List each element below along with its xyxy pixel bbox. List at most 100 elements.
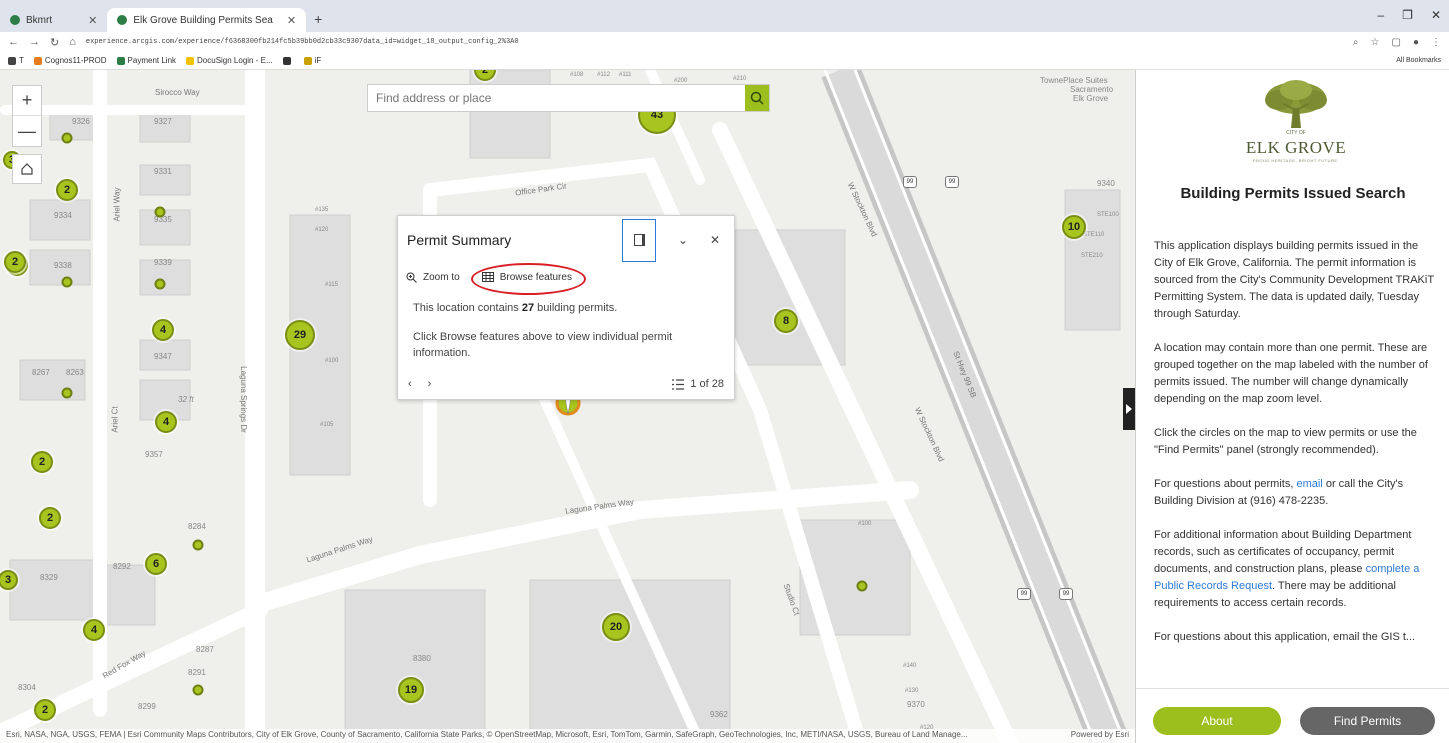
map-label: 8267 xyxy=(32,368,50,377)
zoom-to-label: Zoom to xyxy=(423,271,460,283)
map-label: #108 xyxy=(570,72,584,78)
collapse-popup-button[interactable]: ⌄ xyxy=(670,233,696,247)
map-label: 8287 xyxy=(196,645,214,654)
find-permits-button[interactable]: Find Permits xyxy=(1300,707,1435,735)
reload-icon[interactable]: ↻ xyxy=(50,36,59,49)
minimize-button[interactable]: – xyxy=(1377,8,1384,22)
permit-cluster[interactable]: 2 xyxy=(4,251,26,273)
zoom-in-button[interactable]: + xyxy=(13,86,41,116)
toggle-side-panel-button[interactable] xyxy=(1123,388,1135,430)
close-popup-button[interactable]: ✕ xyxy=(702,233,728,247)
feature-list-button[interactable]: 1 of 28 xyxy=(672,378,724,390)
search-button[interactable] xyxy=(745,85,769,111)
oak-tree-logo-icon xyxy=(1265,80,1327,128)
map-label: 9326 xyxy=(72,117,90,126)
permit-cluster[interactable]: 6 xyxy=(145,553,167,575)
forward-icon[interactable]: → xyxy=(29,36,40,48)
map-label: Laguna Springs Dr xyxy=(238,366,248,433)
default-extent-button[interactable] xyxy=(12,154,42,184)
map-label: 8291 xyxy=(188,668,206,677)
permit-cluster[interactable]: 10 xyxy=(1062,215,1086,239)
permit-point[interactable] xyxy=(61,276,73,288)
zoom-out-button[interactable]: — xyxy=(13,116,41,146)
highway-shield: 99 xyxy=(945,176,959,188)
previous-feature-button[interactable]: ‹ xyxy=(408,378,412,390)
tab-label: Bkmrt xyxy=(26,14,53,26)
email-link[interactable]: email xyxy=(1296,478,1322,490)
dock-popup-button[interactable] xyxy=(622,218,656,262)
home-icon[interactable]: ⌂ xyxy=(69,36,76,48)
address-search-input[interactable] xyxy=(368,85,745,111)
panel-paragraph: For questions about this application, em… xyxy=(1154,631,1416,643)
profile-icon[interactable]: ● xyxy=(1413,37,1419,48)
menu-icon[interactable]: ⋮ xyxy=(1431,37,1441,48)
map-label: 8304 xyxy=(18,683,36,692)
bookmark-item[interactable]: T xyxy=(8,56,24,65)
permit-cluster[interactable]: 2 xyxy=(39,507,61,529)
close-tab-icon[interactable]: ✕ xyxy=(88,14,97,27)
map-label: #140 xyxy=(903,663,917,669)
close-window-button[interactable]: ✕ xyxy=(1431,8,1441,22)
permit-cluster[interactable]: 8 xyxy=(774,309,798,333)
map-label: 32 ft xyxy=(178,395,194,404)
permit-cluster[interactable]: 19 xyxy=(398,677,424,703)
permit-cluster[interactable]: 2 xyxy=(56,179,78,201)
feature-page-label: 1 of 28 xyxy=(690,378,724,390)
permit-point[interactable] xyxy=(154,278,166,290)
browser-tab-2[interactable]: Elk Grove Building Permits Sea ✕ xyxy=(107,8,307,32)
map-label: #130 xyxy=(905,688,919,694)
all-bookmarks-button[interactable]: All Bookmarks xyxy=(1396,57,1441,64)
powered-by-esri-link[interactable]: Powered by Esri xyxy=(1070,730,1129,739)
map-label: Ariel Way xyxy=(112,187,122,222)
bookmark-item[interactable]: Cognos11-PROD xyxy=(33,56,107,65)
logo-tagline: PROUD HERITAGE. BRIGHT FUTURE. xyxy=(1252,158,1340,163)
map-label: Ariel Ct xyxy=(110,406,120,433)
permit-point[interactable] xyxy=(192,539,204,551)
map-view[interactable]: Sirocco Way Office Park Cir Laguna Palms… xyxy=(0,70,1135,743)
bookmark-item[interactable]: DocuSign Login - E... xyxy=(186,56,273,65)
close-tab-icon[interactable]: ✕ xyxy=(287,14,296,27)
zoom-indicator-icon[interactable]: ⌕ xyxy=(1353,37,1359,48)
back-icon[interactable]: ← xyxy=(8,36,19,48)
permit-point[interactable] xyxy=(61,387,73,399)
map-label: 9327 xyxy=(154,117,172,126)
permit-point[interactable] xyxy=(856,580,868,592)
permit-cluster[interactable]: 29 xyxy=(285,320,315,350)
dock-icon xyxy=(633,234,645,246)
permit-point[interactable] xyxy=(61,132,73,144)
map-label: 9331 xyxy=(154,167,172,176)
map-label: 8329 xyxy=(40,573,58,582)
url-field[interactable]: experience.arcgis.com/experience/f636830… xyxy=(86,38,1343,46)
bookmark-item[interactable]: Payment Link xyxy=(116,56,176,65)
browse-features-action[interactable]: Browse features xyxy=(470,262,586,295)
close-icon: ✕ xyxy=(709,233,721,247)
map-label: 9334 xyxy=(54,211,72,220)
extensions-icon[interactable]: ▢ xyxy=(1392,37,1401,48)
popup-title: Permit Summary xyxy=(407,232,512,248)
highway-shield: 99 xyxy=(1017,588,1031,600)
bookmark-star-icon[interactable]: ☆ xyxy=(1371,37,1380,48)
permit-cluster[interactable]: 4 xyxy=(152,319,174,341)
permit-cluster[interactable]: 2 xyxy=(31,451,53,473)
new-tab-button[interactable]: + xyxy=(306,8,330,32)
map-label: 8284 xyxy=(188,522,206,531)
highway-shield: 99 xyxy=(903,176,917,188)
zoom-to-action[interactable]: Zoom to xyxy=(406,272,460,283)
about-button[interactable]: About xyxy=(1153,707,1281,735)
permit-cluster[interactable]: 20 xyxy=(602,613,630,641)
permit-cluster[interactable]: 2 xyxy=(34,699,56,721)
bookmark-item[interactable]: iF xyxy=(303,56,321,65)
next-feature-button[interactable]: › xyxy=(428,378,432,390)
map-label: TownePlace Suites xyxy=(1040,76,1108,85)
permit-cluster[interactable]: 4 xyxy=(83,619,105,641)
tab-favicon-icon xyxy=(117,15,128,25)
browser-tab-1[interactable]: Bkmrt ✕ xyxy=(0,8,107,32)
map-label: 9362 xyxy=(710,710,728,719)
permit-point[interactable] xyxy=(154,206,166,218)
panel-paragraph: For additional information about Buildin… xyxy=(1154,529,1420,609)
restore-button[interactable]: ❐ xyxy=(1402,8,1413,22)
bookmark-item[interactable] xyxy=(282,56,294,65)
panel-title: Building Permits Issued Search xyxy=(1180,185,1406,202)
permit-cluster[interactable]: 4 xyxy=(155,411,177,433)
permit-point[interactable] xyxy=(192,684,204,696)
